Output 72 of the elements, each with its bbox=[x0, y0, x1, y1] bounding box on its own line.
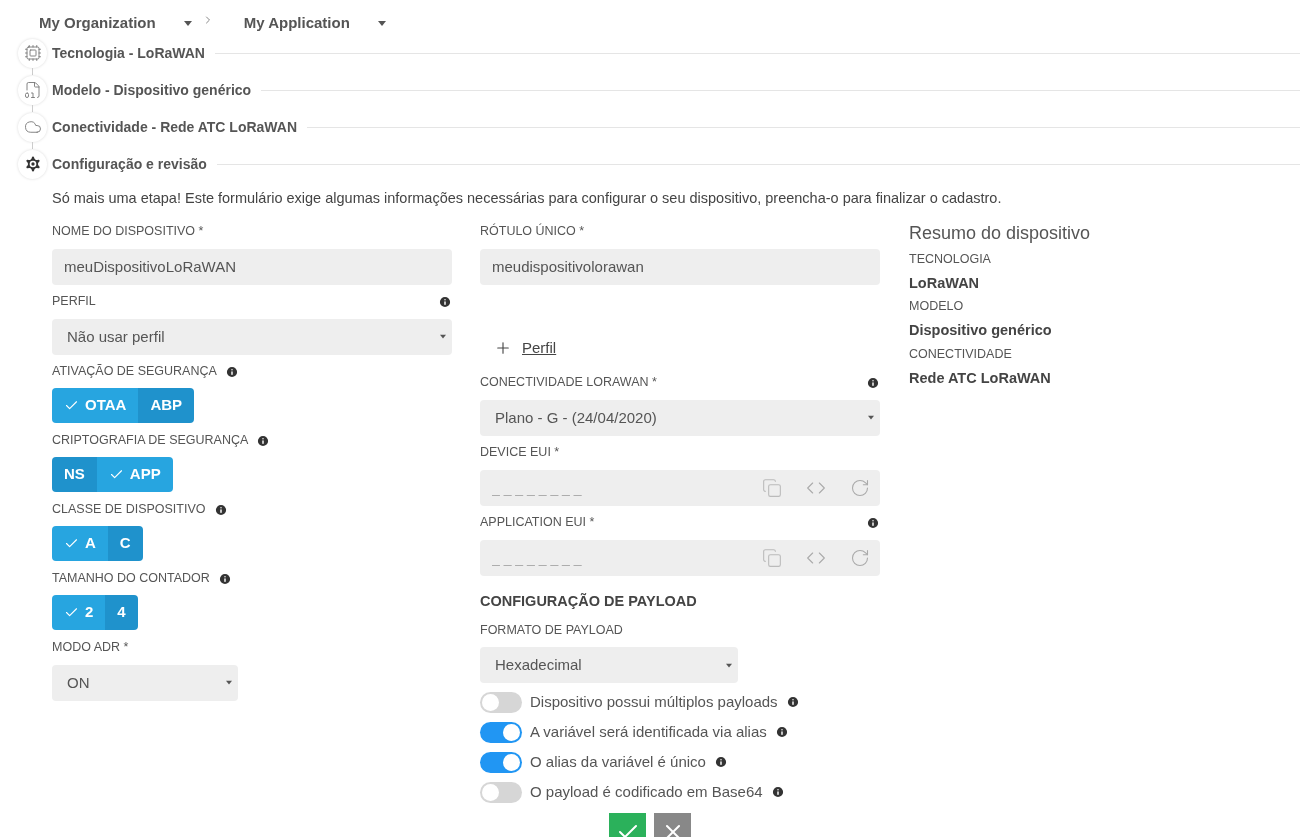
info-icon[interactable] bbox=[866, 375, 880, 390]
select-field[interactable]: ON bbox=[52, 664, 238, 701]
info-icon[interactable] bbox=[774, 725, 789, 740]
dropdown-caret-icon bbox=[440, 334, 446, 340]
dropdown-caret-icon bbox=[226, 680, 232, 686]
select-field[interactable]: Não usar perfil bbox=[52, 318, 452, 355]
summary-title: Resumo do dispositivo bbox=[909, 221, 1091, 245]
info-icon[interactable] bbox=[438, 294, 452, 309]
field-label: TAMANHO DO CONTADOR bbox=[52, 570, 210, 588]
breadcrumb-dropdown[interactable]: My Organization bbox=[39, 11, 192, 35]
dropdown-caret-icon bbox=[868, 415, 874, 421]
step-title[interactable]: Conectividade - Rede ATC LoRaWAN bbox=[52, 116, 298, 138]
refresh-icon[interactable] bbox=[850, 547, 870, 568]
eui-input[interactable]: _ _ _ _ _ _ _ _ bbox=[492, 472, 738, 503]
summary-label: TECNOLOGIA bbox=[909, 250, 992, 268]
toggle-label: A variável será identificada via alias bbox=[530, 722, 767, 742]
summary-label: CONECTIVIDADE bbox=[909, 345, 1013, 363]
segment-button[interactable]: 4 bbox=[105, 594, 138, 630]
eui-input[interactable]: _ _ _ _ _ _ _ _ bbox=[492, 542, 738, 573]
eui-field[interactable]: _ _ _ _ _ _ _ _ bbox=[480, 539, 880, 576]
refresh-icon[interactable] bbox=[850, 477, 870, 498]
toggle-switch[interactable] bbox=[480, 751, 522, 773]
caret-icon bbox=[377, 20, 386, 26]
step-title[interactable]: Modelo - Dispositivo genérico bbox=[52, 79, 252, 101]
cloud-icon bbox=[23, 118, 42, 136]
summary-value: Rede ATC LoRaWAN bbox=[909, 368, 1052, 388]
field-label: ATIVAÇÃO DE SEGURANÇA bbox=[52, 363, 217, 381]
field-label: DEVICE EUI * bbox=[480, 444, 560, 462]
field-label: CLASSE DE DISPOSITIVO bbox=[52, 501, 206, 519]
info-icon[interactable] bbox=[224, 364, 239, 379]
summary-value: LoRaWAN bbox=[909, 273, 981, 293]
info-icon[interactable] bbox=[785, 695, 800, 710]
segment-button[interactable]: C bbox=[107, 525, 143, 561]
eui-field[interactable]: _ _ _ _ _ _ _ _ bbox=[480, 469, 880, 506]
field-label: APPLICATION EUI * bbox=[480, 514, 595, 532]
toggle-switch[interactable] bbox=[480, 721, 522, 743]
step-title[interactable]: Tecnologia - LoRaWAN bbox=[52, 42, 205, 64]
breadcrumb-dropdown[interactable]: My Application bbox=[243, 11, 386, 35]
intro-text: Só mais uma etapa! Este formulário exige algumas informações necessárias para configurar o seu dispositivo, preencha-o para finalizar o cadastro. bbox=[52, 189, 1003, 208]
select-field[interactable]: Plano - G - (24/04/2020) bbox=[480, 399, 880, 436]
field-label: RÓTULO ÚNICO * bbox=[480, 222, 585, 241]
info-icon[interactable] bbox=[770, 785, 785, 800]
dropdown-caret-icon bbox=[726, 662, 732, 668]
toggle-switch[interactable] bbox=[480, 781, 522, 803]
info-icon[interactable] bbox=[866, 515, 880, 530]
text-field[interactable]: meudispositivolorawan bbox=[480, 248, 880, 285]
caret-icon bbox=[183, 20, 192, 26]
info-icon[interactable] bbox=[256, 433, 271, 448]
info-icon[interactable] bbox=[217, 571, 232, 586]
field-label: PERFIL bbox=[52, 293, 96, 311]
file-icon bbox=[23, 81, 42, 99]
chip-icon bbox=[23, 44, 42, 62]
segment-button[interactable]: ABP bbox=[138, 387, 195, 423]
summary-label: MODELO bbox=[909, 298, 965, 316]
select-field[interactable]: Hexadecimal bbox=[480, 647, 738, 684]
section-heading: CONFIGURAÇÃO DE PAYLOAD bbox=[480, 591, 698, 611]
segment-button[interactable]: NS bbox=[52, 456, 97, 492]
toggle-label: O alias da variável é único bbox=[530, 752, 706, 772]
field-label: FORMATO DE PAYLOAD bbox=[480, 621, 624, 639]
step-title[interactable]: Configuração e revisão bbox=[52, 153, 207, 175]
toggle-label: O payload é codificado em Base64 bbox=[530, 782, 763, 802]
text-field[interactable]: meuDispositivoLoRaWAN bbox=[52, 248, 452, 285]
info-icon[interactable] bbox=[213, 502, 228, 517]
field-label: CRIPTOGRAFIA DE SEGURANÇA bbox=[52, 432, 249, 450]
add-profile-link[interactable]: Perfil bbox=[522, 336, 557, 359]
toggle-label: Dispositivo possui múltiplos payloads bbox=[530, 692, 778, 712]
summary-value: Dispositivo genérico bbox=[909, 321, 1053, 340]
info-icon[interactable] bbox=[713, 755, 728, 770]
field-label: CONECTIVIDADE LORAWAN * bbox=[480, 374, 657, 392]
field-label: NOME DO DISPOSITIVO * bbox=[52, 223, 204, 241]
toggle-switch[interactable] bbox=[480, 691, 522, 713]
field-label: MODO ADR * bbox=[52, 639, 129, 657]
